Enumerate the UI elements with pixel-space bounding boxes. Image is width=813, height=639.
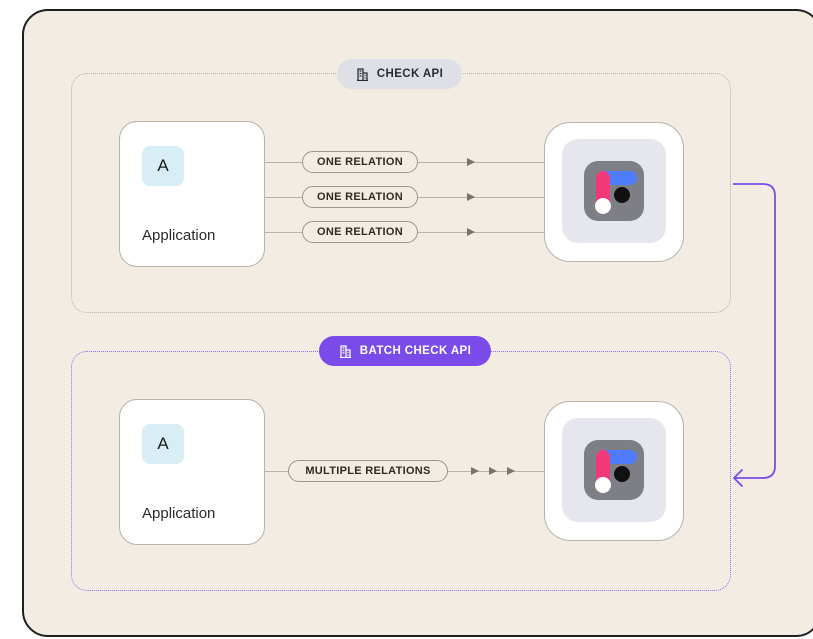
arrow-head-icon: [467, 157, 475, 166]
check-api-label: CHECK API: [337, 59, 462, 89]
arrow-head-icon: [507, 466, 515, 475]
arrow-head-icon: [489, 466, 497, 475]
check-api-title: CHECK API: [376, 68, 444, 80]
arrow-head-icon: [471, 466, 479, 475]
app-logo-icon: [584, 161, 644, 221]
building-icon: [339, 344, 351, 358]
arrow-head-icon: [467, 192, 475, 201]
relation-tag: ONE RELATION: [302, 151, 418, 173]
building-icon: [356, 67, 368, 81]
service-card: [544, 401, 684, 541]
application-label: Application: [142, 505, 216, 522]
application-card: A Application: [119, 121, 265, 267]
relation-tag: ONE RELATION: [302, 186, 418, 208]
connector-arrow: [733, 183, 776, 487]
batch-check-api-label: BATCH CHECK API: [319, 336, 491, 366]
application-card: A Application: [119, 399, 265, 545]
application-avatar: A: [142, 424, 184, 464]
arrow-head-icon: [467, 227, 475, 236]
service-logo-tile: [562, 139, 666, 243]
app-logo-icon: [584, 440, 644, 500]
service-logo-tile: [562, 418, 666, 522]
application-avatar: A: [142, 146, 184, 186]
relation-tag: MULTIPLE RELATIONS: [288, 460, 448, 482]
application-label: Application: [142, 227, 216, 244]
service-card: [544, 122, 684, 262]
batch-check-api-title: BATCH CHECK API: [359, 345, 472, 357]
relation-tag: ONE RELATION: [302, 221, 418, 243]
